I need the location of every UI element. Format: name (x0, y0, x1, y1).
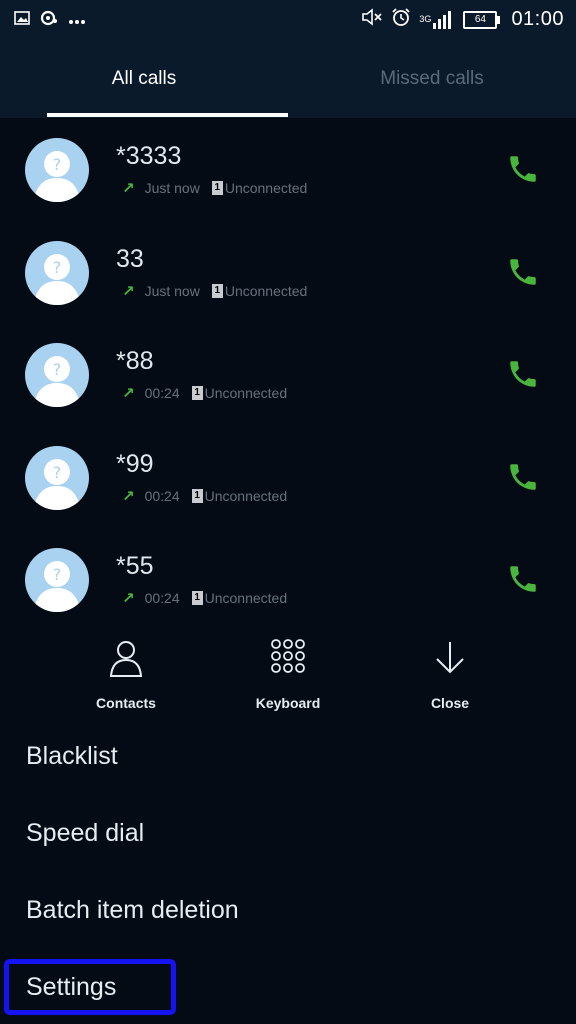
image-icon (14, 11, 30, 30)
call-meta: ↗ Just now 1 Unconnected (122, 179, 307, 197)
tab-missed-calls[interactable]: Missed calls (288, 40, 576, 118)
tab-all-calls[interactable]: All calls (0, 40, 288, 118)
battery-icon: 64 (463, 10, 501, 29)
call-time: 00:24 (144, 590, 180, 606)
status-left-icons (14, 10, 86, 31)
status-bar: 3G 64 01:00 (0, 0, 576, 40)
close-button[interactable]: Close (375, 628, 525, 728)
alarm-icon (391, 7, 411, 32)
network-type: 3G (419, 13, 432, 24)
phone-call-icon[interactable] (506, 152, 544, 190)
menu-item-label: Batch item deletion (26, 896, 239, 924)
outgoing-arrow-icon: ↗ (122, 180, 135, 197)
sim-card-icon: 1 (211, 283, 223, 298)
signal-icon: 3G (419, 10, 455, 30)
call-log-row[interactable]: ? *3333 ↗ Just now 1 Unconnected (0, 118, 576, 221)
call-time: 00:24 (144, 385, 180, 401)
person-icon (108, 638, 144, 683)
svg-text:?: ? (53, 463, 62, 482)
call-status: Unconnected (224, 180, 308, 196)
active-tab-indicator (47, 113, 288, 117)
call-log-row[interactable]: ? *99 ↗ 00:24 1 Unconnected (0, 426, 576, 529)
sync-icon (40, 10, 58, 31)
contacts-button[interactable]: Contacts (51, 628, 201, 728)
menu-item-blacklist[interactable]: Blacklist (0, 718, 576, 795)
call-number: *55 (116, 552, 154, 580)
phone-call-icon[interactable] (506, 255, 544, 293)
contact-avatar-icon: ? (25, 445, 89, 510)
call-meta: ↗ 00:24 1 Unconnected (122, 589, 287, 607)
call-status: Unconnected (204, 385, 288, 401)
call-time: Just now (144, 282, 200, 299)
contact-avatar-icon: ? (25, 343, 89, 407)
call-meta: ↗ Just now 1 Unconnected (122, 282, 307, 300)
menu-item-label: Speed dial (26, 819, 145, 847)
menu-item-speed-dial[interactable]: Speed dial (0, 795, 576, 872)
settings-highlight-box (4, 959, 176, 1015)
phone-call-icon[interactable] (506, 357, 544, 395)
dialpad-icon (269, 638, 307, 683)
svg-text:?: ? (53, 155, 62, 174)
close-label: Close (430, 695, 470, 711)
svg-text:?: ? (53, 565, 62, 584)
outgoing-arrow-icon: ↗ (122, 282, 135, 300)
bottom-action-row: Contacts Keyboard Close (0, 628, 576, 728)
svg-text:?: ? (53, 360, 62, 379)
outgoing-arrow-icon: ↗ (122, 590, 135, 607)
call-status: Unconnected (204, 590, 288, 606)
status-time: 01:00 (511, 8, 564, 30)
status-right-icons: 3G 64 01:00 (361, 7, 564, 32)
mute-icon (361, 7, 383, 32)
keyboard-label: Keyboard (255, 695, 321, 711)
arrow-down-icon (433, 638, 467, 683)
call-number: *88 (116, 347, 154, 375)
more-dots-icon (68, 12, 86, 30)
call-log-row[interactable]: ? 33 ↗ Just now 1 Unconnected (0, 221, 576, 324)
sim-card-icon: 1 (191, 591, 203, 605)
call-number: *99 (116, 449, 154, 478)
call-number: *3333 (116, 142, 182, 170)
phone-call-icon[interactable] (506, 460, 544, 498)
call-time: 00:24 (144, 487, 180, 504)
contacts-label: Contacts (96, 695, 156, 711)
call-meta: ↗ 00:24 1 Unconnected (122, 384, 287, 402)
menu-item-batch-deletion[interactable]: Batch item deletion (0, 872, 576, 949)
call-time: Just now (144, 180, 200, 196)
sim-card-icon: 1 (191, 488, 203, 503)
call-log-list: ? *3333 ↗ Just now 1 Unconnected ? 33 ↗ … (0, 118, 576, 631)
contact-avatar-icon: ? (25, 548, 89, 612)
outgoing-arrow-icon: ↗ (122, 487, 135, 505)
contact-avatar-icon: ? (25, 240, 89, 305)
call-log-row[interactable]: ? *55 ↗ 00:24 1 Unconnected (0, 528, 576, 631)
svg-text:?: ? (53, 258, 62, 277)
phone-call-icon[interactable] (506, 562, 544, 600)
outgoing-arrow-icon: ↗ (122, 385, 135, 402)
keyboard-button[interactable]: Keyboard (213, 628, 363, 728)
sim-card-icon: 1 (191, 386, 203, 400)
sim-card-icon: 1 (211, 181, 223, 195)
call-number: 33 (116, 244, 144, 273)
call-status: Unconnected (224, 282, 308, 299)
contact-avatar-icon: ? (25, 138, 89, 202)
menu-item-label: Blacklist (26, 742, 118, 770)
call-log-row[interactable]: ? *88 ↗ 00:24 1 Unconnected (0, 323, 576, 426)
call-meta: ↗ 00:24 1 Unconnected (122, 487, 287, 505)
phone-screen: 3G 64 01:00 All calls Missed calls ? *33… (0, 0, 576, 1024)
call-tabs: All calls Missed calls (0, 40, 576, 118)
call-status: Unconnected (204, 487, 288, 504)
